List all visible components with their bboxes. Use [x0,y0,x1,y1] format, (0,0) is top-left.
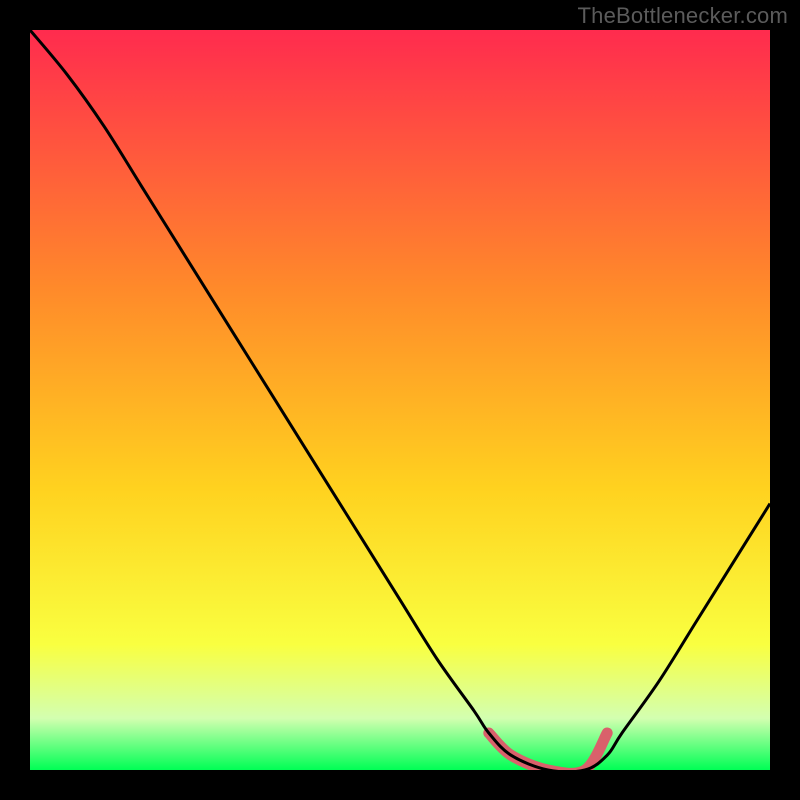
chart-frame: TheBottlenecker.com [0,0,800,800]
chart-svg [30,30,770,770]
watermark-text: TheBottlenecker.com [578,3,788,29]
plot-area [30,30,770,770]
gradient-background [30,30,770,770]
